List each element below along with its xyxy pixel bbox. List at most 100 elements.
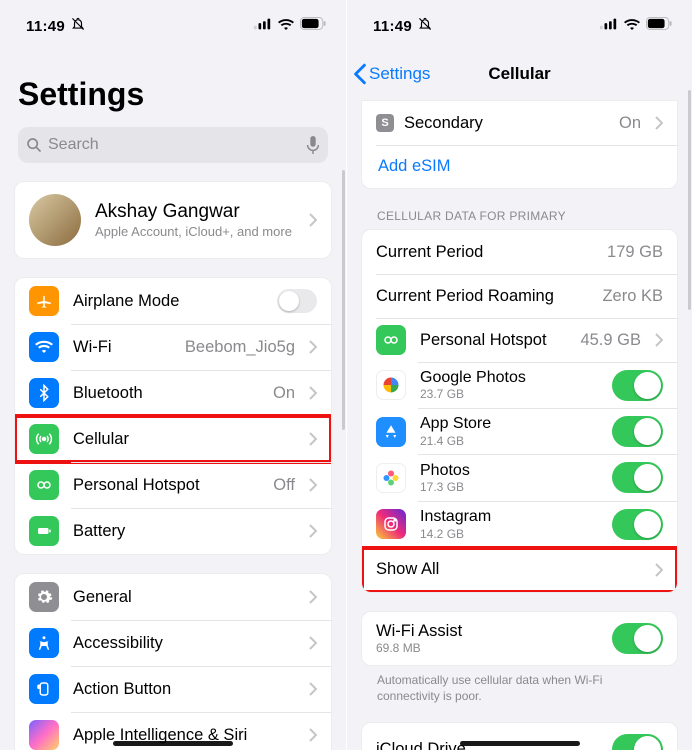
hotspot-usage-label: Personal Hotspot xyxy=(420,331,566,350)
wifi-row[interactable]: Wi-Fi Beebom_Jio5g xyxy=(15,324,331,370)
bluetooth-row[interactable]: Bluetooth On xyxy=(15,370,331,416)
chevron-right-icon xyxy=(309,524,317,538)
nav-title: Cellular xyxy=(488,64,550,84)
app-name: Instagram xyxy=(420,508,598,526)
cellular-row[interactable]: Cellular xyxy=(15,416,331,462)
hotspot-icon xyxy=(376,325,406,355)
app-toggle[interactable] xyxy=(612,416,663,447)
icloud-drive-toggle[interactable] xyxy=(612,734,663,750)
action-button-icon xyxy=(29,674,59,704)
status-indicators xyxy=(600,17,672,35)
chevron-right-icon xyxy=(309,213,317,227)
app-row-photos[interactable]: Photos 17.3 GB xyxy=(362,455,677,501)
avatar xyxy=(29,194,81,246)
status-time-group: 11:49 xyxy=(26,17,85,35)
account-subtitle: Apple Account, iCloud+, and more xyxy=(95,224,295,239)
search-placeholder: Search xyxy=(48,136,99,154)
show-all-row[interactable]: Show All xyxy=(362,548,677,592)
chevron-right-icon xyxy=(309,636,317,650)
airplane-toggle[interactable] xyxy=(277,289,317,313)
wifi-assist-row[interactable]: Wi-Fi Assist 69.8 MB xyxy=(362,612,677,665)
app-toggle[interactable] xyxy=(612,370,663,401)
general-row[interactable]: General xyxy=(15,574,331,620)
hotspot-label: Personal Hotspot xyxy=(73,476,259,495)
current-period-value: 179 GB xyxy=(607,243,663,262)
bell-slash-icon xyxy=(71,17,85,35)
current-period-label: Current Period xyxy=(376,243,599,262)
action-button-row[interactable]: Action Button xyxy=(15,666,331,712)
personal-hotspot-row[interactable]: Personal Hotspot Off xyxy=(15,462,331,508)
general-label: General xyxy=(73,588,295,607)
wifi-assist-toggle[interactable] xyxy=(612,623,663,654)
app-name: Photos xyxy=(420,462,598,480)
battery-row[interactable]: Battery xyxy=(15,508,331,554)
app-row-google-photos[interactable]: Google Photos 23.7 GB xyxy=(362,362,677,408)
app-toggle[interactable] xyxy=(612,462,663,493)
personal-hotspot-usage-row[interactable]: Personal Hotspot 45.9 GB xyxy=(362,318,677,362)
wifi-assist-footer: Automatically use cellular data when Wi-… xyxy=(347,666,692,704)
general-section: General Accessibility Action Button Appl… xyxy=(14,573,332,750)
airplane-label: Airplane Mode xyxy=(73,292,263,311)
wifi-assist-label: Wi-Fi Assist xyxy=(376,622,598,641)
cellular-icon xyxy=(29,424,59,454)
sim-badge-icon: S xyxy=(376,114,394,132)
app-name: App Store xyxy=(420,415,598,433)
wifi-assist-sub: 69.8 MB xyxy=(376,641,598,655)
photos-icon xyxy=(376,463,406,493)
siri-icon xyxy=(29,720,59,750)
nav-bar: Settings Cellular xyxy=(347,52,692,96)
chevron-right-icon xyxy=(309,386,317,400)
bell-slash-icon xyxy=(418,17,432,35)
search-input[interactable]: Search xyxy=(18,127,328,163)
battery-icon xyxy=(29,516,59,546)
screenshot-right: 11:49 Settings Cellular S Secondary On A… xyxy=(346,0,692,750)
roaming-label: Current Period Roaming xyxy=(376,287,594,306)
cellular-label: Cellular xyxy=(73,430,295,449)
scrollbar[interactable] xyxy=(688,90,691,310)
accessibility-label: Accessibility xyxy=(73,634,295,653)
app-toggle[interactable] xyxy=(612,509,663,540)
cellular-signal-icon xyxy=(600,17,618,35)
chevron-right-icon xyxy=(655,563,663,577)
airplane-mode-row[interactable]: Airplane Mode xyxy=(15,278,331,324)
accessibility-row[interactable]: Accessibility xyxy=(15,620,331,666)
roaming-value: Zero KB xyxy=(602,287,663,306)
app-row-instagram[interactable]: Instagram 14.2 GB xyxy=(362,501,677,547)
app-store-icon xyxy=(376,417,406,447)
current-period-row: Current Period 179 GB xyxy=(362,230,677,274)
chevron-right-icon xyxy=(309,728,317,742)
chevron-right-icon xyxy=(655,333,663,347)
app-row-app-store[interactable]: App Store 21.4 GB xyxy=(362,408,677,454)
secondary-value: On xyxy=(619,114,641,133)
home-indicator[interactable] xyxy=(113,741,233,746)
screenshot-left: 11:49 Settings Search Akshay Gangwar App… xyxy=(0,0,346,750)
instagram-icon xyxy=(376,509,406,539)
home-indicator[interactable] xyxy=(460,741,580,746)
mic-icon[interactable] xyxy=(306,136,320,154)
hotspot-usage-value: 45.9 GB xyxy=(580,331,641,350)
status-time: 11:49 xyxy=(26,18,65,35)
status-indicators xyxy=(254,17,326,35)
secondary-sim-row[interactable]: S Secondary On xyxy=(362,101,677,145)
chevron-right-icon xyxy=(309,478,317,492)
battery-icon xyxy=(300,17,326,35)
battery-icon xyxy=(646,17,672,35)
google-photos-icon xyxy=(376,370,406,400)
scrollbar[interactable] xyxy=(342,170,345,430)
roaming-row: Current Period Roaming Zero KB xyxy=(362,274,677,318)
data-section-header: CELLULAR DATA FOR PRIMARY xyxy=(347,189,692,229)
wifi-icon xyxy=(624,17,640,35)
account-name: Akshay Gangwar xyxy=(95,201,295,223)
hotspot-icon xyxy=(29,470,59,500)
status-time-group: 11:49 xyxy=(373,17,432,35)
account-section: Akshay Gangwar Apple Account, iCloud+, a… xyxy=(14,181,332,259)
add-esim-button[interactable]: Add eSIM xyxy=(362,145,677,188)
account-row[interactable]: Akshay Gangwar Apple Account, iCloud+, a… xyxy=(15,182,331,258)
secondary-label: Secondary xyxy=(404,114,605,133)
chevron-right-icon xyxy=(309,432,317,446)
bluetooth-label: Bluetooth xyxy=(73,384,259,403)
back-button[interactable]: Settings xyxy=(353,52,430,96)
hotspot-value: Off xyxy=(273,476,295,495)
search-icon xyxy=(26,137,42,153)
app-size: 23.7 GB xyxy=(420,387,598,401)
